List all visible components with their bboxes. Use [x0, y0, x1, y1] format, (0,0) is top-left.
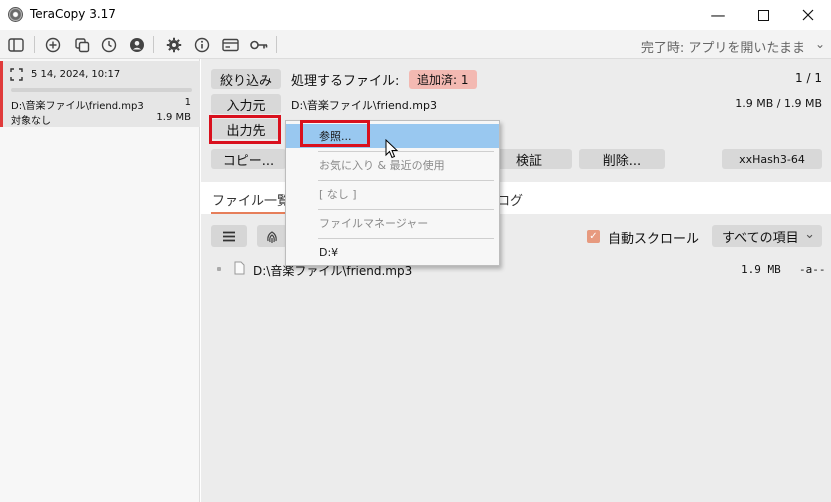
menu-item-none: [ なし ] — [319, 188, 357, 201]
auto-scroll-label: 自動スクロール — [608, 232, 700, 247]
source-button[interactable]: 入力元 — [211, 94, 281, 114]
app-logo-icon — [8, 7, 23, 22]
job-size: 1.9 MB — [156, 112, 191, 123]
job-count: 1 — [184, 97, 191, 108]
file-row-size: 1.9 MB — [741, 263, 781, 276]
job-progress-bar — [11, 88, 192, 92]
job-path: D:\音楽ファイル\friend.mp3 — [11, 101, 144, 112]
highlight-box — [209, 115, 281, 144]
job-item[interactable]: 5 14, 2024, 10:17 D:\音楽ファイル\friend.mp3 1… — [0, 61, 200, 127]
menu-item-file-manager: ファイルマネージャー — [319, 217, 429, 230]
on-complete-select[interactable]: 完了時: アプリを開いたまま — [641, 37, 805, 56]
job-history-panel: 5 14, 2024, 10:17 D:\音楽ファイル\friend.mp3 1… — [0, 59, 200, 502]
job-date: 5 14, 2024, 10:17 — [31, 69, 121, 80]
copy-button[interactable]: コピー... — [211, 149, 286, 169]
menu-separator — [318, 209, 494, 210]
chevron-down-icon: ⌄ — [804, 227, 815, 242]
file-icon — [234, 261, 245, 275]
source-path: D:\音楽ファイル\friend.mp3 — [291, 99, 437, 112]
maximize-button[interactable] — [740, 0, 786, 30]
menu-separator — [318, 151, 494, 152]
key-icon[interactable] — [249, 35, 269, 55]
tab-file-list[interactable]: ファイル一覧 — [212, 190, 290, 209]
mouse-cursor-icon — [385, 139, 399, 159]
delete-button[interactable]: 削除... — [579, 149, 665, 169]
account-icon[interactable] — [127, 35, 147, 55]
file-row-attr: -a-- — [799, 263, 826, 276]
toolbar-divider — [34, 36, 35, 53]
menu-item-drive[interactable]: D:¥ — [286, 240, 499, 264]
panel-icon[interactable] — [220, 35, 240, 55]
files-label: 処理するファイル: — [291, 74, 400, 89]
menu-separator — [318, 238, 494, 239]
window-title: TeraCopy 3.17 — [30, 7, 116, 21]
info-icon[interactable] — [192, 35, 212, 55]
progress-frame-icon — [10, 68, 23, 81]
hash-button[interactable]: xxHash3-64 — [722, 149, 822, 169]
close-button[interactable] — [785, 0, 831, 30]
added-badge: 追加済: 1 — [409, 70, 477, 89]
row-bullet — [217, 267, 221, 271]
list-menu-button[interactable] — [211, 225, 247, 247]
fingerprint-icon — [267, 230, 277, 243]
file-counter: 1 / 1 — [795, 71, 822, 85]
copy-icon[interactable] — [72, 35, 92, 55]
highlight-box — [300, 120, 370, 147]
fingerprint-button[interactable] — [257, 225, 287, 247]
title-bar: TeraCopy 3.17 — — [0, 0, 831, 30]
close-icon — [802, 9, 814, 21]
job-status: 対象なし — [11, 116, 51, 127]
source-size: 1.9 MB / 1.9 MB — [735, 97, 822, 110]
auto-scroll-checkbox[interactable]: ✓ — [587, 230, 600, 243]
tab-log[interactable]: ログ — [497, 190, 523, 209]
filter-button[interactable]: 絞り込み — [211, 69, 281, 89]
settings-icon[interactable] — [164, 35, 184, 55]
toolbar-divider — [276, 36, 277, 53]
chevron-down-icon[interactable]: ⌄ — [815, 37, 825, 51]
add-icon[interactable] — [43, 35, 63, 55]
sidebar-toggle-icon[interactable] — [6, 35, 26, 55]
minimize-button[interactable]: — — [695, 0, 741, 30]
item-filter-value: すべての項目 — [722, 230, 799, 246]
history-icon[interactable] — [99, 35, 119, 55]
menu-icon — [223, 231, 235, 241]
toolbar: 完了時: アプリを開いたまま ⌄ — [0, 30, 831, 59]
toolbar-divider — [153, 36, 154, 53]
maximize-icon — [757, 9, 769, 21]
menu-separator — [318, 180, 494, 181]
item-filter-select[interactable]: すべての項目 ⌄ — [712, 225, 822, 247]
